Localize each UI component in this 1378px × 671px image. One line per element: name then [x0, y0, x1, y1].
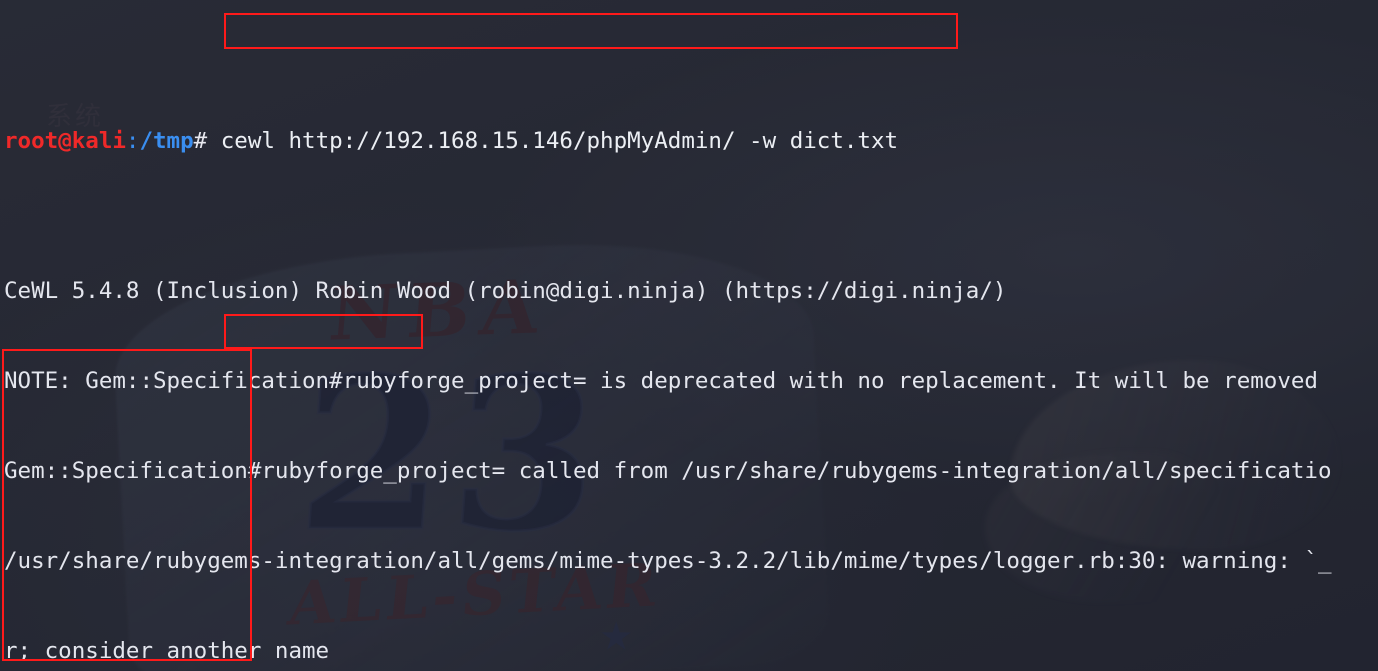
output-line: /usr/share/rubygems-integration/all/gems…	[4, 548, 1332, 574]
output-line: Gem::Specification#rubyforge_project= ca…	[4, 458, 1332, 484]
prompt-path: /tmp	[139, 128, 194, 154]
command-cewl: cewl http://192.168.15.146/phpMyAdmin/ -…	[220, 128, 899, 154]
terminal-output-area[interactable]: root@kali:/tmp# cewl http://192.168.15.1…	[0, 0, 1378, 671]
output-line: CeWL 5.4.8 (Inclusion) Robin Wood (robin…	[4, 278, 1007, 304]
prompt-user-host: root@kali	[4, 128, 126, 154]
prompt-line-cewl: root@kali:/tmp# cewl http://192.168.15.1…	[4, 126, 1378, 156]
output-line: NOTE: Gem::Specification#rubyforge_proje…	[4, 368, 1332, 394]
terminal-window: NBA 23 ALL-STAR ★ 系统 root@kali:/tmp# cew…	[0, 0, 1378, 671]
prompt-colon: :	[125, 128, 140, 154]
output-line: r; consider another name	[4, 638, 330, 664]
prompt-hash: #	[193, 128, 208, 154]
